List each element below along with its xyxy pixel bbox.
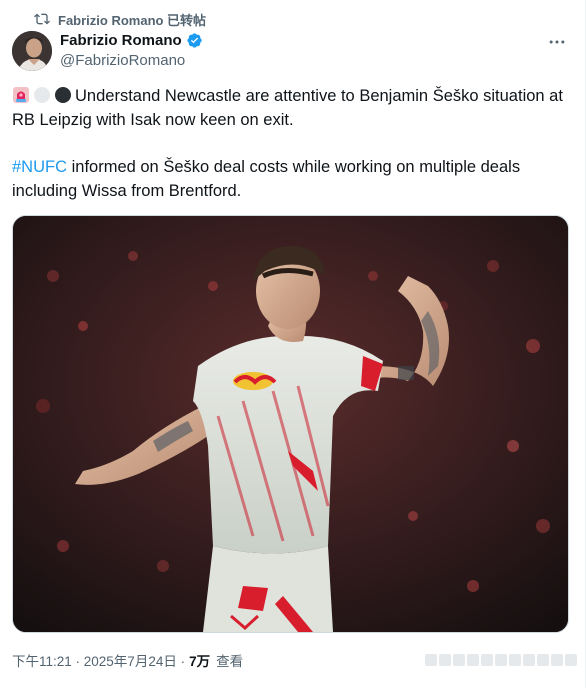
watermark-block xyxy=(495,654,507,666)
hashtag-link[interactable]: #NUFC xyxy=(12,158,67,176)
avatar-image xyxy=(12,31,52,71)
watermark-block xyxy=(453,654,465,666)
author-name[interactable]: Fabrizio Romano xyxy=(60,32,182,49)
watermark-block xyxy=(509,654,521,666)
views-label: 查看 xyxy=(216,654,244,669)
watermark-block xyxy=(523,654,535,666)
tweet-timestamp[interactable]: 下午11:21 · 2025年7月24日 · xyxy=(12,650,185,670)
watermark-blocks xyxy=(425,654,577,666)
tweet-paragraph-1: Understand Newcastle are attentive to Be… xyxy=(12,84,567,132)
tweet-metadata: 下午11:21 · 2025年7月24日 · 7万 查看 xyxy=(12,650,243,670)
black-circle-emoji-icon xyxy=(55,87,71,103)
watermark-block xyxy=(537,654,549,666)
views-count: 7万 xyxy=(189,654,211,669)
avatar[interactable] xyxy=(12,31,52,71)
tweet-media-image[interactable] xyxy=(12,215,569,633)
watermark-block xyxy=(467,654,479,666)
tweet-paragraph-2: #NUFC informed on Šeško deal costs while… xyxy=(12,155,567,203)
tweet-card: Fabrizio Romano 已转帖 Fabrizio Romano @Fab… xyxy=(0,0,586,688)
tweet-line-2: informed on Šeško deal costs while worki… xyxy=(12,158,521,200)
more-options-button[interactable] xyxy=(547,32,567,52)
watermark-block xyxy=(439,654,451,666)
author-handle[interactable]: @FabrizioRomano xyxy=(60,52,185,69)
player-photo xyxy=(13,216,568,632)
tweet-line-1: Understand Newcastle are attentive to Be… xyxy=(12,87,563,129)
more-dots-icon xyxy=(549,40,565,44)
white-circle-emoji-icon xyxy=(34,87,50,103)
watermark-block xyxy=(551,654,563,666)
watermark-block xyxy=(565,654,577,666)
watermark-block xyxy=(425,654,437,666)
verified-badge-icon xyxy=(187,33,202,48)
repost-label: Fabrizio Romano 已转帖 xyxy=(58,12,207,28)
watermark-block xyxy=(481,654,493,666)
tweet-text: Understand Newcastle are attentive to Be… xyxy=(12,84,567,203)
siren-emoji-icon xyxy=(13,87,29,103)
repost-icon xyxy=(34,13,50,25)
repost-indicator[interactable]: Fabrizio Romano 已转帖 xyxy=(34,10,206,28)
author-name-row[interactable]: Fabrizio Romano xyxy=(60,32,203,49)
